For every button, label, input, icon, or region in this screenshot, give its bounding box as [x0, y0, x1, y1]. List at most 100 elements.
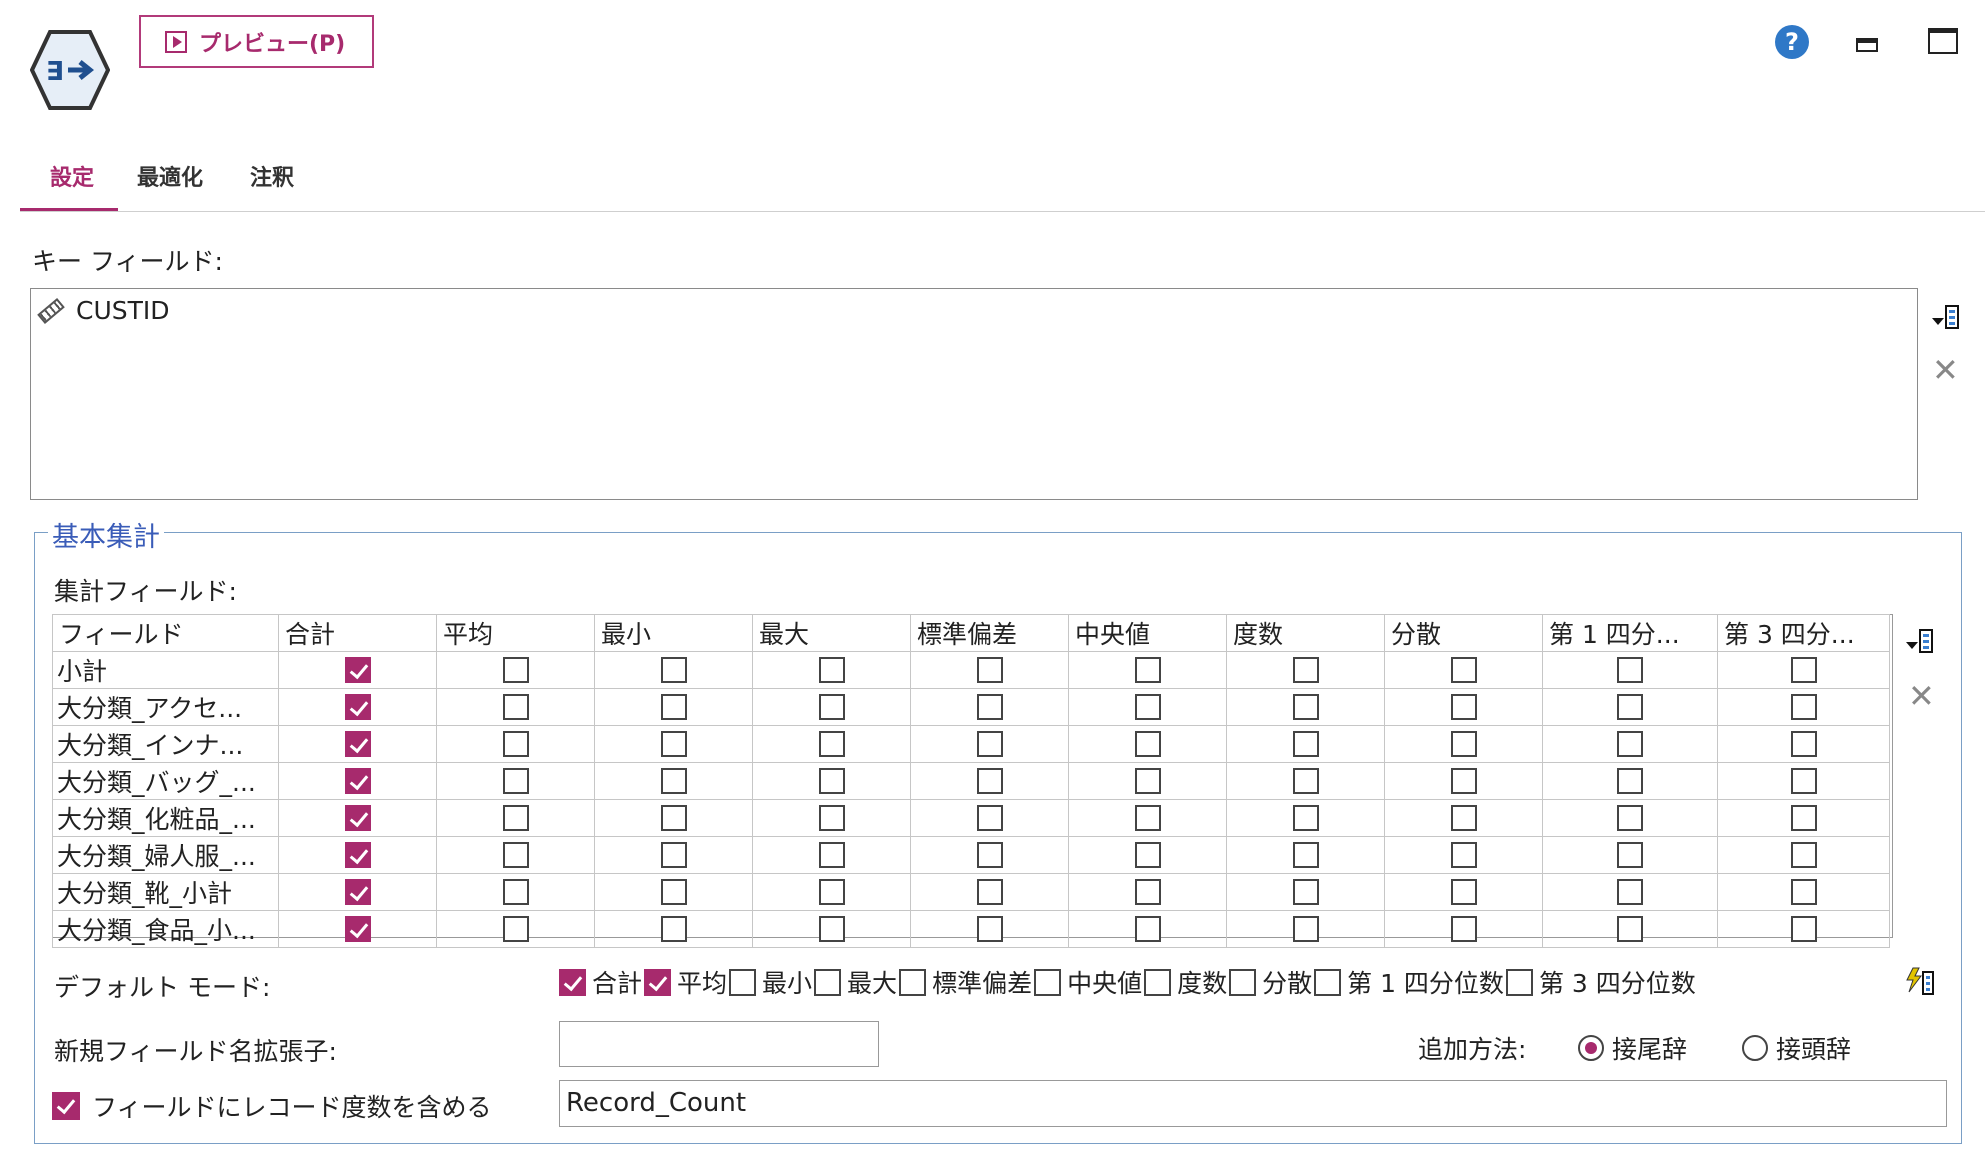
agg-checkbox[interactable]: [1450, 731, 1477, 757]
agg-checkbox[interactable]: [1450, 916, 1477, 942]
table-row[interactable]: 大分類_インナ...: [52, 725, 1890, 763]
default-mode-checkbox[interactable]: [1034, 968, 1062, 996]
field-name-cell[interactable]: 大分類_インナ...: [52, 725, 279, 763]
agg-checkbox[interactable]: [1617, 768, 1643, 794]
agg-checkbox[interactable]: [1292, 879, 1319, 905]
tab-settings[interactable]: 設定: [50, 160, 94, 192]
help-icon[interactable]: ?: [1775, 25, 1809, 59]
field-name-cell[interactable]: 大分類_バッグ_...: [52, 762, 279, 800]
default-mode-option[interactable]: 平均: [644, 964, 727, 1000]
agg-checkbox[interactable]: [660, 731, 687, 757]
agg-checkbox[interactable]: [660, 768, 687, 794]
column-header[interactable]: 中央値: [1068, 614, 1227, 652]
apply-default-mode-icon[interactable]: [1905, 966, 1937, 996]
agg-checkbox[interactable]: [1134, 657, 1161, 683]
agg-checkbox[interactable]: [976, 842, 1003, 868]
remove-agg-field-icon[interactable]: ✕: [1908, 680, 1935, 712]
radio-prefix[interactable]: 接頭辞: [1742, 1030, 1851, 1066]
default-mode-option[interactable]: 最大: [814, 964, 897, 1000]
add-agg-field-icon[interactable]: [1906, 626, 1936, 654]
agg-checkbox[interactable]: [818, 694, 845, 720]
table-row[interactable]: 大分類_化粧品_...: [52, 799, 1890, 837]
agg-checkbox[interactable]: [502, 879, 529, 905]
agg-checkbox[interactable]: [1790, 842, 1817, 868]
agg-checkbox[interactable]: [1450, 657, 1477, 683]
agg-checkbox[interactable]: [976, 694, 1003, 720]
table-row[interactable]: 大分類_婦人服_...: [52, 836, 1890, 874]
radio-suffix-control[interactable]: [1578, 1035, 1604, 1061]
agg-checkbox[interactable]: [660, 916, 687, 942]
default-mode-checkbox[interactable]: [1314, 968, 1342, 996]
agg-checkbox[interactable]: [1134, 916, 1161, 942]
column-header[interactable]: 標準偏差: [910, 614, 1069, 652]
remove-key-field-icon[interactable]: ✕: [1932, 354, 1959, 386]
agg-checkbox[interactable]: [502, 916, 529, 942]
column-header[interactable]: 第 3 四分...: [1717, 614, 1890, 652]
agg-checkbox[interactable]: [1292, 842, 1319, 868]
default-mode-checkbox[interactable]: [814, 968, 842, 996]
agg-checkbox[interactable]: [1790, 694, 1817, 720]
agg-checkbox[interactable]: [344, 657, 371, 683]
agg-checkbox[interactable]: [1134, 842, 1161, 868]
minimize-icon[interactable]: [1856, 38, 1878, 52]
add-key-field-icon[interactable]: [1932, 302, 1962, 330]
agg-checkbox[interactable]: [344, 879, 371, 905]
default-mode-checkbox[interactable]: [729, 968, 757, 996]
agg-checkbox[interactable]: [502, 842, 529, 868]
agg-checkbox[interactable]: [502, 731, 529, 757]
column-header[interactable]: 第 1 四分...: [1542, 614, 1718, 652]
include-record-count[interactable]: フィールドにレコード度数を含める: [52, 1088, 492, 1124]
agg-checkbox[interactable]: [976, 657, 1003, 683]
agg-checkbox[interactable]: [1292, 916, 1319, 942]
agg-checkbox[interactable]: [818, 657, 845, 683]
agg-checkbox[interactable]: [1617, 879, 1643, 905]
tab-optimization[interactable]: 最適化: [137, 160, 203, 192]
agg-checkbox[interactable]: [502, 768, 529, 794]
agg-checkbox[interactable]: [1790, 657, 1817, 683]
agg-checkbox[interactable]: [976, 731, 1003, 757]
agg-checkbox[interactable]: [344, 768, 371, 794]
agg-checkbox[interactable]: [660, 805, 687, 831]
agg-checkbox[interactable]: [818, 805, 845, 831]
default-mode-checkbox[interactable]: [1229, 968, 1257, 996]
column-header[interactable]: 最小: [594, 614, 753, 652]
field-name-cell[interactable]: 大分類_靴_小計: [52, 873, 279, 911]
column-header[interactable]: フィールド: [52, 614, 279, 652]
field-name-cell[interactable]: 大分類_アクセ...: [52, 688, 279, 726]
agg-checkbox[interactable]: [1134, 731, 1161, 757]
record-count-field-input[interactable]: Record_Count: [559, 1080, 1947, 1127]
agg-checkbox[interactable]: [818, 842, 845, 868]
agg-checkbox[interactable]: [818, 879, 845, 905]
agg-checkbox[interactable]: [660, 879, 687, 905]
default-mode-option[interactable]: 度数: [1144, 964, 1227, 1000]
agg-checkbox[interactable]: [1617, 657, 1643, 683]
field-name-cell[interactable]: 小計: [52, 651, 279, 689]
default-mode-checkbox[interactable]: [1505, 968, 1533, 996]
field-name-cell[interactable]: 大分類_食品_小...: [52, 910, 279, 948]
default-mode-option[interactable]: 第 1 四分位数: [1314, 964, 1504, 1000]
default-mode-option[interactable]: 第 3 四分位数: [1505, 964, 1696, 1000]
field-name-cell[interactable]: 大分類_化粧品_...: [52, 799, 279, 837]
agg-checkbox[interactable]: [344, 842, 371, 868]
radio-prefix-control[interactable]: [1742, 1035, 1768, 1061]
column-header[interactable]: 合計: [278, 614, 437, 652]
agg-checkbox[interactable]: [502, 657, 529, 683]
agg-checkbox[interactable]: [660, 842, 687, 868]
agg-checkbox[interactable]: [1790, 805, 1817, 831]
default-mode-checkbox[interactable]: [559, 968, 586, 996]
agg-checkbox[interactable]: [1790, 879, 1817, 905]
default-mode-checkbox[interactable]: [1144, 968, 1172, 996]
preview-button[interactable]: プレビュー(P): [139, 15, 374, 68]
agg-checkbox[interactable]: [1790, 731, 1817, 757]
tab-annotation[interactable]: 注釈: [250, 160, 294, 192]
table-row[interactable]: 大分類_バッグ_...: [52, 762, 1890, 800]
agg-checkbox[interactable]: [344, 805, 371, 831]
default-mode-option[interactable]: 合計: [559, 964, 642, 1000]
radio-suffix[interactable]: 接尾辞: [1578, 1030, 1687, 1066]
default-mode-option[interactable]: 中央値: [1034, 964, 1142, 1000]
default-mode-option[interactable]: 分散: [1229, 964, 1312, 1000]
agg-checkbox[interactable]: [818, 916, 845, 942]
new-field-suffix-input[interactable]: [559, 1021, 879, 1067]
key-field-item[interactable]: CUSTID: [37, 296, 170, 325]
agg-checkbox[interactable]: [1292, 768, 1319, 794]
